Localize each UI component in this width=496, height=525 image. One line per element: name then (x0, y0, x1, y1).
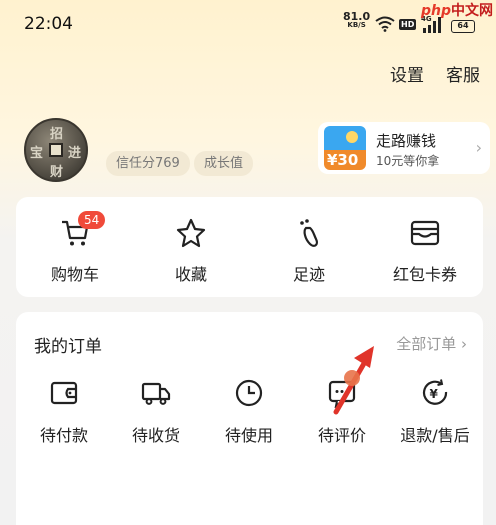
all-orders-link[interactable]: 全部订单 › (396, 333, 467, 354)
wallet-card-icon (410, 220, 440, 246)
order-status-label: 退款/售后 (400, 426, 470, 445)
wifi-icon (375, 16, 395, 32)
net-speed-value: 81.0 (343, 10, 371, 23)
order-status-label: 待收货 (131, 426, 180, 445)
order-status-label: 待付款 (39, 426, 88, 445)
walk-earn-promo[interactable]: ¥30 走路赚钱 10元等你拿 › (318, 122, 490, 174)
promo-image: ¥30 (324, 126, 366, 170)
promo-subtitle: 10元等你拿 (376, 154, 440, 168)
chevron-right-icon: › (475, 138, 482, 157)
cart-count-badge: 54 (78, 211, 106, 229)
quick-action-history[interactable]: 足迹 (264, 217, 354, 285)
growth-value-pill[interactable]: 成长值 (194, 151, 254, 176)
avatar[interactable]: 招 进 财 宝 (24, 118, 88, 182)
network-speed: 81.0 KB/S (343, 10, 371, 30)
watermark-brand: php (421, 3, 452, 19)
avatar-char-bottom: 财 (50, 165, 64, 180)
footprint-icon (300, 219, 318, 247)
svg-text:¥: ¥ (430, 387, 439, 401)
sun-icon (346, 131, 358, 143)
header-links: 设置 客服 (368, 61, 480, 86)
chevron-right-icon: › (461, 335, 467, 353)
coin-hole (49, 143, 63, 157)
avatar-char-top: 招 (50, 127, 64, 142)
status-time: 22:04 (24, 14, 73, 34)
avatar-char-left: 宝 (30, 146, 44, 161)
quick-action-cart[interactable]: 54 购物车 (30, 211, 120, 285)
quick-action-coupons[interactable]: 红包卡券 (380, 217, 470, 285)
order-status-label: 待评价 (317, 426, 366, 445)
hd-icon: HD (399, 19, 417, 30)
order-status-pending-use[interactable]: 待使用 (203, 378, 295, 446)
annotation-arrow-icon (333, 346, 374, 415)
customer-service-link[interactable]: 客服 (446, 66, 480, 86)
watermark: php中文网 (421, 0, 493, 20)
quick-action-label: 收藏 (174, 265, 207, 284)
orders-title: 我的订单 (34, 337, 102, 357)
quick-action-label: 红包卡券 (392, 265, 457, 284)
refund-icon: ¥ (422, 379, 448, 405)
quick-action-label: 足迹 (292, 265, 325, 284)
battery-icon: 64 (451, 20, 475, 33)
order-status-pending-receipt[interactable]: 待收货 (110, 378, 202, 446)
truck-icon (141, 382, 171, 405)
quick-action-label: 购物车 (50, 265, 99, 284)
watermark-text: 中文网 (451, 3, 494, 19)
quick-actions-card: 54 购物车 收藏 足迹 红包卡券 (16, 197, 483, 297)
promo-amount: ¥30 (327, 151, 359, 169)
settings-link[interactable]: 设置 (390, 66, 424, 86)
order-status-refund[interactable]: ¥ 退款/售后 (389, 378, 481, 446)
orders-card: 我的订单 全部订单 › 待付款 待收货 待使用 待评价 ¥ 退款/售后 (16, 312, 483, 525)
star-icon (176, 218, 206, 248)
credit-score-pill[interactable]: 信任分769 (106, 151, 190, 176)
order-status-label: 待使用 (224, 426, 273, 445)
promo-title: 走路赚钱 (376, 132, 437, 150)
wallet-icon (50, 381, 78, 405)
order-status-pending-payment[interactable]: 待付款 (18, 378, 110, 446)
status-bar: 22:04 81.0 KB/S HD 4G 64 php中文网 (0, 0, 496, 52)
clock-icon (235, 379, 263, 407)
avatar-char-right: 进 (68, 146, 82, 161)
all-orders-label: 全部订单 (396, 335, 457, 353)
quick-action-favorites[interactable]: 收藏 (146, 217, 236, 285)
